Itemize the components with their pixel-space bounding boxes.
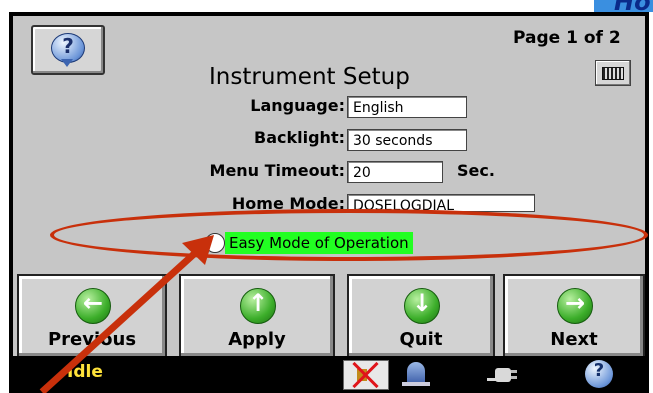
power-plug-icon [485, 360, 519, 388]
quit-button[interactable]: ↓ Quit [347, 274, 495, 358]
highlight-ellipse-annotation [50, 209, 648, 261]
keyboard-icon [602, 67, 624, 80]
setup-screen: ? Page 1 of 2 Instrument Setup Language:… [13, 16, 645, 358]
apply-label: Apply [228, 329, 286, 350]
backlight-field[interactable]: 30 seconds [347, 129, 467, 151]
arrow-down-icon: ↓ [404, 288, 440, 324]
help-button[interactable]: ? [31, 25, 105, 75]
menu-timeout-label: Menu Timeout: [209, 161, 345, 180]
plug-pin-2 [511, 376, 517, 379]
plug-pin-1 [511, 370, 517, 373]
arrow-up-icon: ↑ [240, 288, 276, 324]
language-label: Language: [250, 96, 345, 115]
status-text: Idle [67, 362, 103, 382]
next-button[interactable]: → Next [503, 274, 645, 358]
corner-title-text: Ho [614, 0, 651, 12]
status-bar: Idle ? [9, 356, 649, 393]
keyboard-button[interactable] [595, 60, 631, 86]
bell-base [402, 382, 430, 386]
help-icon[interactable]: ? [585, 360, 613, 388]
quit-label: Quit [399, 329, 443, 350]
menu-timeout-field[interactable]: 20 [347, 161, 443, 183]
page-title: Instrument Setup [209, 64, 410, 90]
bell-shape [407, 362, 425, 384]
arrow-right-icon: → [557, 288, 593, 324]
page-indicator: Page 1 of 2 [513, 28, 621, 48]
arrow-left-icon: ← [75, 288, 111, 324]
muted-speaker-icon[interactable] [343, 360, 389, 390]
device-frame: ? Page 1 of 2 Instrument Setup Language:… [9, 12, 649, 393]
plug-body [495, 368, 511, 382]
language-field[interactable]: English [347, 96, 467, 118]
bell-icon[interactable] [399, 360, 433, 388]
corner-title-fragment: Ho [594, 0, 653, 12]
previous-label: Previous [47, 329, 137, 350]
next-label: Next [550, 329, 598, 350]
help-bubble-tail [61, 59, 73, 67]
apply-button[interactable]: ↑ Apply [179, 274, 335, 358]
backlight-label: Backlight: [254, 128, 345, 147]
previous-button[interactable]: ← Previous [17, 274, 167, 358]
menu-timeout-unit: Sec. [457, 161, 495, 180]
